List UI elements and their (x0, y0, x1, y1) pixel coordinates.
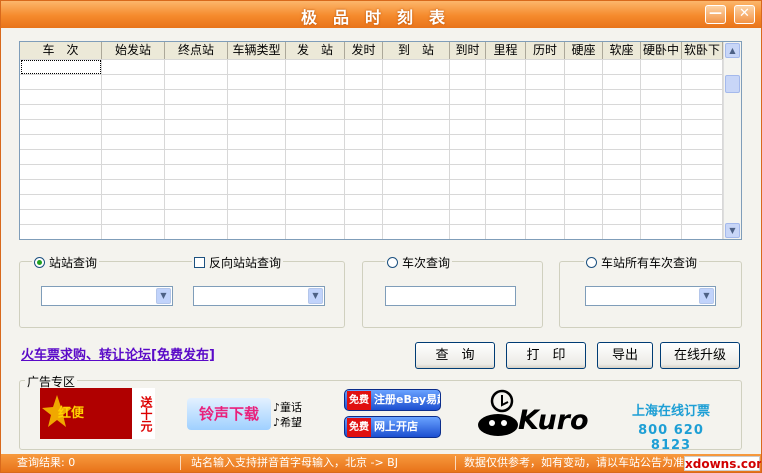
from-station-select[interactable]: ▼ (41, 286, 173, 306)
print-button[interactable]: 打 印 (506, 342, 586, 369)
column-divider (640, 59, 641, 239)
column-divider (285, 59, 286, 239)
hongbian-gift-text: 送十元 (132, 388, 155, 439)
train-number-input[interactable] (385, 286, 516, 306)
column-header-hard-sleeper-mid[interactable]: 硬卧中 (641, 42, 682, 59)
station-trains-radio[interactable] (586, 257, 597, 268)
reverse-query-checkbox[interactable] (194, 257, 205, 268)
column-header-train-type[interactable]: 车辆类型 (228, 42, 286, 59)
column-header-hard-seat[interactable]: 硬座 (565, 42, 603, 59)
column-divider (449, 59, 450, 239)
to-station-select[interactable]: ▼ (193, 286, 325, 306)
column-header-arrive-station[interactable]: 到 站 (383, 42, 450, 59)
reverse-query-option[interactable]: 反向站站查询 (192, 254, 284, 271)
column-divider (525, 59, 526, 239)
scroll-thumb[interactable] (725, 75, 740, 93)
reverse-query-label: 反向站站查询 (209, 256, 282, 270)
app-window: 极品时刻表 — ✕ 车 次 始发站 终点站 车辆类型 发 站 发时 到 站 到时… (0, 0, 762, 473)
column-divider (485, 59, 486, 239)
export-button[interactable]: 导出 (597, 342, 653, 369)
data-notice: 数据仅供参考，如有变动，请以车站公告为准 (464, 456, 684, 469)
scroll-down-button[interactable]: ▼ (725, 223, 740, 238)
column-header-origin[interactable]: 始发站 (102, 42, 165, 59)
status-divider (455, 456, 456, 470)
status-bar: 查询结果: 0 站名输入支持拼音首字母输入，北京 -> BJ 数据仅供参考，如有… (1, 454, 761, 472)
query-button[interactable]: 查 询 (415, 342, 495, 369)
ebay-shop-text: 网上开店 (374, 420, 418, 433)
ringtone-song-1: ♪童话 (273, 401, 303, 414)
column-header-duration[interactable]: 历时 (526, 42, 565, 59)
station-trains-group: 车站所有车次查询 ▼ (559, 254, 742, 328)
scroll-up-button[interactable]: ▲ (725, 43, 740, 58)
table-body (20, 59, 723, 239)
station-query-group: 站站查询 反向站站查询 ▼ ▼ (19, 254, 345, 328)
selected-cell[interactable] (21, 60, 101, 74)
column-divider (564, 59, 565, 239)
ebay-ad[interactable]: 免费 注册eBay易趣 免费 网上开店 (344, 389, 441, 439)
column-header-terminus[interactable]: 终点站 (165, 42, 228, 59)
column-header-arrive-time[interactable]: 到时 (450, 42, 486, 59)
title-bar: 极品时刻表 — ✕ (1, 1, 761, 28)
kuro-brand-text: Kuro (518, 405, 589, 436)
station-trains-option[interactable]: 车站所有车次查询 (584, 254, 700, 271)
ringtone-song-2: ♪希望 (273, 416, 303, 429)
status-divider (180, 456, 181, 470)
chevron-down-icon[interactable]: ▼ (156, 288, 171, 304)
train-query-group: 车次查询 (362, 254, 543, 328)
vertical-scrollbar[interactable]: ▲ ▼ (723, 42, 741, 239)
column-divider (101, 59, 102, 239)
kuro-mascot-icon (478, 389, 518, 436)
query-result-count: 查询结果: 0 (17, 456, 76, 469)
ebay-register-text: 注册eBay易趣 (374, 393, 441, 406)
station-query-radio[interactable] (34, 257, 45, 268)
kuro-ad[interactable]: Kuro (476, 387, 589, 439)
station-query-label: 站站查询 (49, 256, 98, 270)
table-header: 车 次 始发站 终点站 车辆类型 发 站 发时 到 站 到时 里程 历时 硬座 … (20, 42, 723, 60)
column-divider (681, 59, 682, 239)
station-query-option[interactable]: 站站查询 (32, 254, 100, 271)
column-header-depart-time[interactable]: 发时 (345, 42, 383, 59)
column-header-depart-station[interactable]: 发 站 (286, 42, 345, 59)
input-hint: 站名输入支持拼音首字母输入，北京 -> BJ (191, 456, 398, 469)
column-divider (227, 59, 228, 239)
free-tag: 免费 (347, 391, 371, 410)
ebay-register-button[interactable]: 免费 注册eBay易趣 (344, 389, 441, 411)
hongbian-logo-text: 红便 (58, 406, 85, 421)
chevron-down-icon[interactable]: ▼ (308, 288, 323, 304)
column-header-distance[interactable]: 里程 (486, 42, 526, 59)
ringtone-download-text: 铃声下载 (187, 398, 271, 430)
ticket-forum-link[interactable]: 火车票求购、转让论坛[免费发布] (21, 344, 215, 363)
minimize-button[interactable]: — (705, 5, 726, 24)
results-table[interactable]: 车 次 始发站 终点站 车辆类型 发 站 发时 到 站 到时 里程 历时 硬座 … (19, 41, 742, 240)
train-query-radio[interactable] (387, 257, 398, 268)
shanghai-ad-phone: 800 620 8123 (638, 423, 704, 453)
column-header-train-no[interactable]: 车 次 (20, 42, 102, 59)
shanghai-ad-title: 上海在线订票 (631, 404, 710, 419)
column-divider (164, 59, 165, 239)
online-upgrade-button[interactable]: 在线升级 (660, 342, 740, 369)
column-divider (382, 59, 383, 239)
column-divider (602, 59, 603, 239)
shanghai-ticket-ad[interactable]: 上海在线订票 800 620 8123 (616, 400, 726, 453)
ebay-open-shop-button[interactable]: 免费 网上开店 (344, 416, 441, 438)
train-query-option[interactable]: 车次查询 (385, 254, 453, 271)
column-header-soft-sleeper-low[interactable]: 软卧下 (682, 42, 723, 59)
free-tag: 免费 (347, 418, 371, 437)
chevron-down-icon[interactable]: ▼ (699, 288, 714, 304)
hongbian-ad[interactable]: 红便 送十元 (40, 388, 155, 439)
station-select[interactable]: ▼ (585, 286, 716, 306)
column-divider (344, 59, 345, 239)
ringtone-ad[interactable]: 铃声下载 ♪童话 ♪希望 (187, 398, 312, 430)
watermark: xdowns.com (684, 456, 762, 471)
station-trains-label: 车站所有车次查询 (601, 256, 698, 270)
train-query-label: 车次查询 (402, 256, 451, 270)
close-button[interactable]: ✕ (734, 5, 755, 24)
window-title: 极品时刻表 (300, 8, 461, 27)
column-header-soft-seat[interactable]: 软座 (603, 42, 641, 59)
